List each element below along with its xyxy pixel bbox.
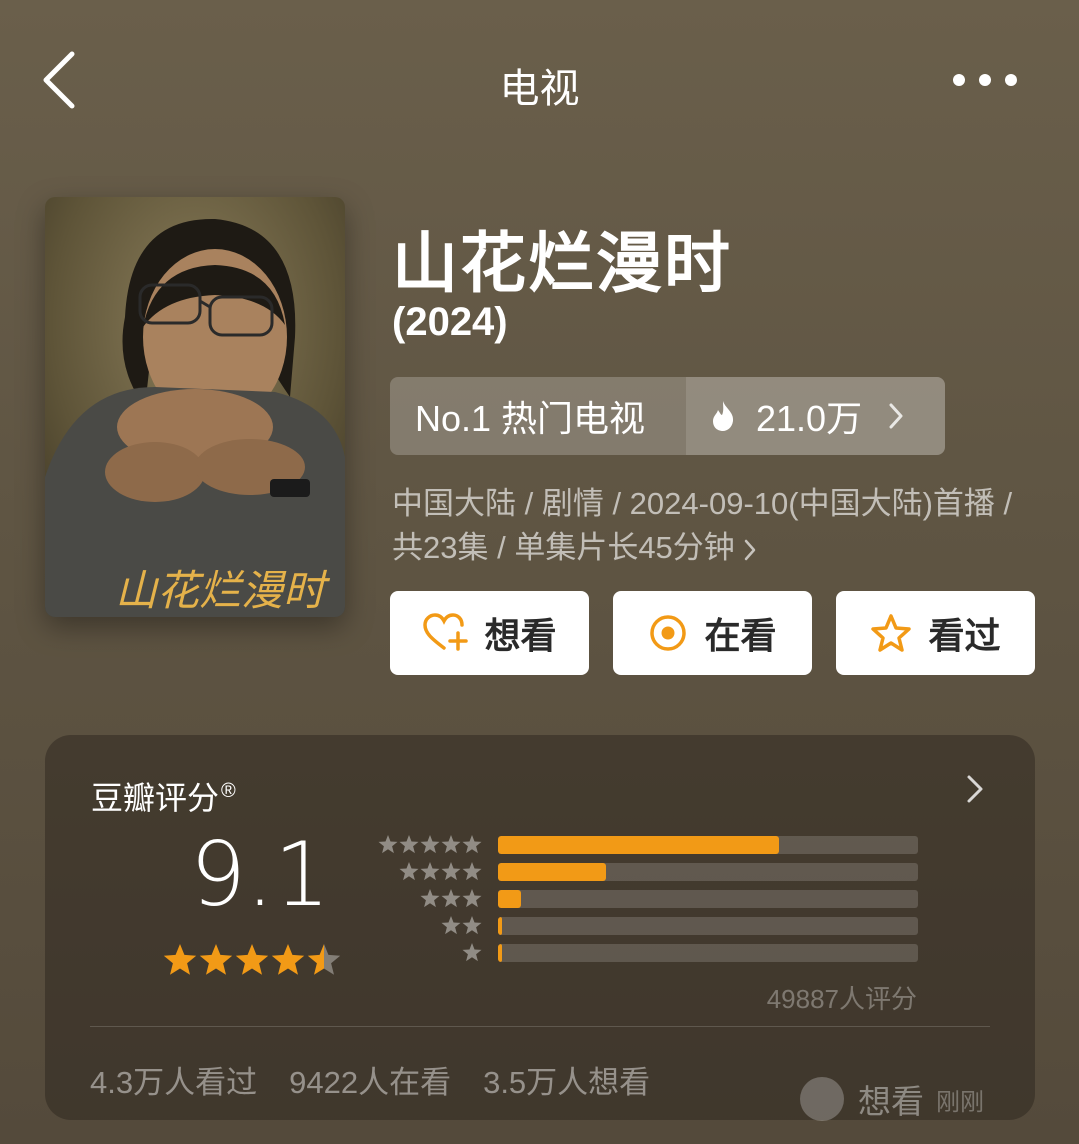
want-label: 想看: [484, 615, 557, 656]
heat-value: 21.0万: [756, 398, 863, 439]
distribution-bar-fill: [498, 863, 606, 881]
distribution-bar-fill: [498, 836, 779, 854]
show-meta[interactable]: 中国大陆 / 剧情 / 2024-09-10(中国大陆)首播 / 共23集 / …: [392, 482, 1042, 570]
distribution-bar: [498, 944, 918, 962]
rating-score: 9.1: [190, 823, 330, 926]
toast-notification: 想看 刚刚: [800, 1075, 984, 1123]
watching-count[interactable]: 9422人在看: [289, 1057, 451, 1102]
show-title: 山花烂漫时: [392, 226, 732, 300]
rating-label: 豆瓣评分: [91, 780, 220, 816]
rating-card[interactable]: 豆瓣评分 ® 9.1 49887人评分 4.3万人看过 9422人在看 3.5万人…: [45, 735, 1035, 1123]
distribution-bar-fill: [498, 890, 522, 908]
more-icon[interactable]: [950, 70, 1020, 90]
toast-time: 刚刚: [936, 1088, 984, 1116]
distribution-bar: [498, 836, 918, 854]
rating-star: [271, 944, 305, 975]
ranking-box[interactable]: No.1 热门电视 21.0万: [390, 377, 945, 455]
page-title: 电视: [499, 67, 580, 111]
poster-title-text: 山花烂漫时: [115, 566, 331, 615]
star-icon: [871, 614, 912, 652]
chevron-right-icon: [889, 403, 903, 429]
rating-star: [163, 944, 197, 975]
watching-button[interactable]: 在看: [613, 591, 812, 675]
rating-stars: [163, 944, 341, 975]
registered-mark: ®: [221, 780, 236, 803]
watched-button[interactable]: 看过: [836, 591, 1035, 675]
watched-count[interactable]: 4.3万人看过: [90, 1057, 257, 1102]
distribution-stars: [462, 943, 482, 962]
meta-info: 中国大陆 / 剧情 / 2024-09-10(中国大陆)首播 / 共23集 / …: [392, 486, 1013, 565]
distribution-stars: [399, 862, 482, 881]
chevron-right-icon: [744, 539, 756, 561]
fire-icon: [713, 401, 734, 431]
rating-star: [199, 944, 233, 975]
show-year: (2024): [392, 300, 508, 344]
target-icon: [650, 615, 687, 651]
distribution-bar-fill: [498, 917, 502, 935]
audience-stats: 4.3万人看过 9422人在看 3.5万人想看: [90, 1057, 650, 1102]
rank-label: No.1 热门电视: [415, 398, 646, 439]
rating-star: [307, 944, 341, 975]
distribution-bar-fill: [498, 944, 502, 962]
toast-text: 想看: [858, 1083, 924, 1120]
distribution-stars: [441, 916, 482, 935]
divider: [90, 1026, 990, 1027]
poster-image[interactable]: 山花烂漫时: [45, 197, 345, 617]
watching-label: 在看: [704, 615, 777, 656]
distribution-stars: [378, 835, 482, 854]
distribution-stars: [420, 889, 482, 908]
watched-label: 看过: [928, 615, 1001, 656]
rating-star: [235, 944, 269, 975]
distribution-bar: [498, 890, 918, 908]
top-bar: 电视: [0, 0, 1079, 160]
want-count[interactable]: 3.5万人想看: [483, 1057, 650, 1102]
distribution-bar: [498, 863, 918, 881]
rating-title: 豆瓣评分 ®: [91, 773, 236, 819]
rating-count: 49887人评分: [766, 984, 917, 1014]
want-button[interactable]: 想看: [390, 591, 589, 675]
heart-plus-icon: [423, 613, 469, 651]
heat-section[interactable]: 21.0万: [686, 377, 945, 455]
avatar: [800, 1077, 844, 1121]
chevron-right-icon[interactable]: [965, 773, 985, 805]
distribution-bar: [498, 917, 918, 935]
